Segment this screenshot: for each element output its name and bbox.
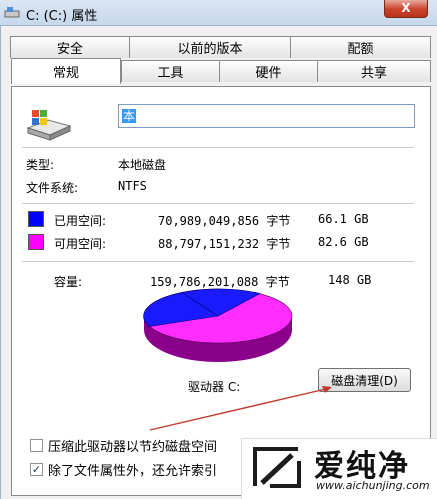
index-checkbox[interactable]: ✓ bbox=[30, 463, 43, 476]
tab-security[interactable]: 安全 bbox=[10, 36, 130, 58]
drive-small-icon bbox=[4, 7, 20, 18]
tab-previous-versions[interactable]: 以前的版本 bbox=[129, 36, 291, 58]
index-label: 除了文件属性外，还允许索引 bbox=[48, 464, 218, 479]
capacity-size: 148 GB bbox=[328, 273, 372, 287]
tab-general[interactable]: 常规 bbox=[11, 58, 121, 84]
free-space-swatch bbox=[28, 234, 44, 250]
free-space-label: 可用空间: bbox=[54, 237, 107, 251]
hard-drive-icon bbox=[26, 110, 72, 141]
separator bbox=[22, 147, 414, 148]
separator bbox=[22, 261, 414, 262]
aichunjing-logo-icon bbox=[253, 447, 301, 488]
watermark: 爱纯净 www.aichunjing.com bbox=[241, 438, 437, 499]
type-value: 本地磁盘 bbox=[118, 158, 167, 172]
type-label: 类型: bbox=[26, 158, 55, 172]
used-space-size: 66.1 GB bbox=[318, 212, 369, 226]
filesystem-label: 文件系统: bbox=[26, 181, 79, 195]
separator bbox=[22, 203, 414, 204]
window-title: C: (C:) 属性 bbox=[26, 9, 98, 24]
tab-tools[interactable]: 工具 bbox=[121, 60, 220, 82]
compress-option[interactable]: 压缩此驱动器以节约磁盘空间 bbox=[30, 436, 217, 455]
drive-label: 驱动器 C: bbox=[188, 380, 241, 394]
used-space-bytes: 70,989,049,856 字节 bbox=[158, 214, 291, 228]
properties-window: 安全 以前的版本 配额 常规 工具 硬件 共享 bbox=[0, 26, 437, 499]
compress-checkbox[interactable] bbox=[30, 439, 43, 452]
filesystem-value: NTFS bbox=[118, 179, 147, 193]
capacity-label: 容量: bbox=[54, 275, 83, 289]
disk-cleanup-button[interactable]: 磁盘清理(D) bbox=[318, 368, 411, 392]
index-option[interactable]: ✓ 除了文件属性外，还允许索引 bbox=[30, 460, 217, 479]
compress-label: 压缩此驱动器以节约磁盘空间 bbox=[48, 440, 218, 455]
disk-usage-pie bbox=[143, 288, 293, 362]
tab-hardware[interactable]: 硬件 bbox=[219, 60, 318, 82]
title-bar: C: (C:) 属性 X bbox=[0, 0, 437, 26]
tab-sharing[interactable]: 共享 bbox=[317, 60, 431, 82]
tab-quota[interactable]: 配额 bbox=[290, 36, 431, 58]
free-space-size: 82.6 GB bbox=[318, 235, 369, 249]
close-button[interactable]: X bbox=[384, 0, 428, 18]
volume-name-input[interactable]: 本 bbox=[118, 104, 415, 128]
used-space-label: 已用空间: bbox=[54, 214, 107, 228]
watermark-url: www.aichunjing.com bbox=[316, 479, 430, 492]
free-space-bytes: 88,797,151,232 字节 bbox=[158, 237, 291, 251]
used-space-swatch bbox=[28, 211, 44, 227]
